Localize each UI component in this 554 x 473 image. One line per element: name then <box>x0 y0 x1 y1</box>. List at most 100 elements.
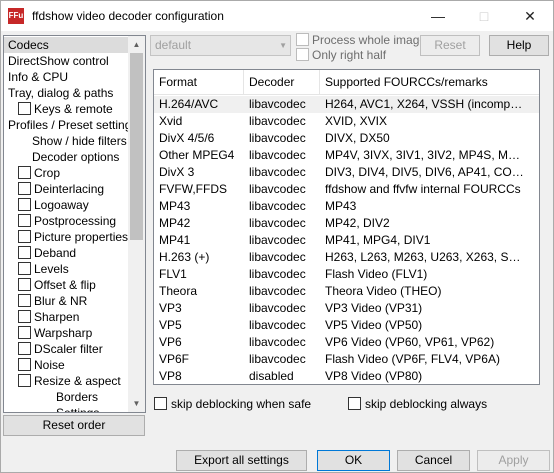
table-row[interactable]: MP41 libavcodec MP41, MPG4, DIV1 <box>154 232 539 249</box>
tree-scrollbar[interactable]: ▲ ▼ <box>128 36 145 412</box>
decoder-cell[interactable]: libavcodec <box>244 232 320 249</box>
sidebar-item[interactable]: Info & CPU <box>4 69 129 85</box>
apply-button: Apply <box>477 450 550 471</box>
sidebar-item[interactable]: Offset & flip <box>4 277 129 293</box>
table-row[interactable]: MP43 libavcodec MP43 <box>154 198 539 215</box>
ok-button[interactable]: OK <box>317 450 390 471</box>
skip-deblocking-safe-checkbox[interactable]: skip deblocking when safe <box>154 397 311 412</box>
sidebar-item[interactable]: Borders <box>4 389 129 405</box>
sidebar-item-checkbox[interactable] <box>18 374 31 387</box>
decoder-cell[interactable]: libavcodec <box>244 317 320 334</box>
skip-deblocking-always-checkbox[interactable]: skip deblocking always <box>348 397 487 412</box>
decoder-cell[interactable]: libavcodec <box>244 249 320 266</box>
table-row[interactable]: VP3 libavcodec VP3 Video (VP31) <box>154 300 539 317</box>
scroll-up-icon[interactable]: ▲ <box>128 36 145 53</box>
minimize-button[interactable]: — <box>415 1 461 31</box>
decoder-cell[interactable]: libavcodec <box>244 300 320 317</box>
sidebar-item[interactable]: Resize & aspect <box>4 373 129 389</box>
sidebar-item[interactable]: DirectShow control <box>4 53 129 69</box>
sidebar-item-checkbox[interactable] <box>18 294 31 307</box>
sidebar-item[interactable]: Levels <box>4 261 129 277</box>
sidebar-item[interactable]: DScaler filter <box>4 341 129 357</box>
sidebar-item[interactable]: Noise <box>4 357 129 373</box>
decoder-cell[interactable]: libavcodec <box>244 113 320 130</box>
table-row[interactable]: VP6 libavcodec VP6 Video (VP60, VP61, VP62… <box>154 334 539 351</box>
sidebar-item[interactable]: Keys & remote <box>4 101 129 117</box>
decoder-cell[interactable]: libavcodec <box>244 130 320 147</box>
table-row[interactable]: Other MPEG4 libavcodec MP4V, 3IVX, 3IV1, 3… <box>154 147 539 164</box>
table-row[interactable]: DivX 3 libavcodec DIV3, DIV4, DIV5, DIV6, … <box>154 164 539 181</box>
table-row[interactable]: FVFW,FFDS libavcodec ffdshow and ffvfw int… <box>154 181 539 198</box>
decoder-cell[interactable]: libavcodec <box>244 334 320 351</box>
format-cell: Other MPEG4 <box>159 148 235 162</box>
decoder-cell[interactable]: libavcodec <box>244 147 320 164</box>
close-button[interactable]: ✕ <box>507 1 553 31</box>
decoder-cell[interactable]: libavcodec <box>244 96 320 113</box>
header-decoder[interactable]: Decoder <box>244 70 320 95</box>
decoder-cell[interactable]: libavcodec <box>244 181 320 198</box>
sidebar-item-checkbox[interactable] <box>18 310 31 323</box>
sidebar-item[interactable]: Profiles / Preset settings <box>4 117 137 133</box>
sidebar-item-checkbox[interactable] <box>18 326 31 339</box>
tree-scroll-thumb[interactable] <box>130 53 143 240</box>
sidebar-item-checkbox[interactable] <box>18 262 31 275</box>
header-format[interactable]: Format <box>154 70 244 95</box>
decoder-cell[interactable]: disabled <box>244 368 320 384</box>
sidebar-item-checkbox[interactable] <box>18 230 31 243</box>
export-all-settings-button[interactable]: Export all settings <box>176 450 307 471</box>
sidebar-item-checkbox[interactable] <box>18 358 31 371</box>
decoder-cell[interactable]: libavcodec <box>244 351 320 368</box>
help-button[interactable]: Help <box>489 35 549 56</box>
sidebar-item-checkbox[interactable] <box>18 102 31 115</box>
scroll-down-icon[interactable]: ▼ <box>128 395 145 412</box>
decoder-cell[interactable]: libavcodec <box>244 164 320 181</box>
table-row[interactable]: DivX 4/5/6 libavcodec DIVX, DX50 <box>154 130 539 147</box>
sidebar-item[interactable]: Sharpen <box>4 309 129 325</box>
table-row[interactable]: H.264/AVC libavcodec H264, AVC1, X264, VSS… <box>154 96 539 113</box>
cancel-button[interactable]: Cancel <box>397 450 470 471</box>
sidebar-item[interactable]: Crop <box>4 165 129 181</box>
sidebar-item-checkbox[interactable] <box>18 182 31 195</box>
sidebar-item[interactable]: Postprocessing <box>4 213 129 229</box>
sidebar-item-checkbox[interactable] <box>18 214 31 227</box>
table-row[interactable]: VP6F libavcodec Flash Video (VP6F, FLV4, V… <box>154 351 539 368</box>
decoder-cell[interactable]: libavcodec <box>244 198 320 215</box>
sidebar-item-checkbox[interactable] <box>18 198 31 211</box>
decoder-cell[interactable]: libavcodec <box>244 215 320 232</box>
sidebar-item[interactable]: Codecs <box>4 37 129 53</box>
sidebar-item[interactable]: Blur & NR <box>4 293 129 309</box>
sidebar-item-label: Tray, dialog & paths <box>8 86 114 100</box>
decoder-cell[interactable]: libavcodec <box>244 283 320 300</box>
sidebar-item[interactable]: Settings <box>4 405 129 412</box>
table-row[interactable]: VP5 libavcodec VP5 Video (VP50) <box>154 317 539 334</box>
table-row[interactable]: H.263 (+) libavcodec H263, L263, M263, U26… <box>154 249 539 266</box>
sidebar-item[interactable]: Picture properties <box>4 229 129 245</box>
decoder-cell[interactable]: libavcodec <box>244 266 320 283</box>
sidebar-item[interactable]: Warpsharp <box>4 325 129 341</box>
table-row[interactable]: VP8 disabled VP8 Video (VP80) <box>154 368 539 384</box>
table-row[interactable]: Theora libavcodec Theora Video (THEO) <box>154 283 539 300</box>
sidebar-item[interactable]: Logoaway <box>4 197 129 213</box>
table-row[interactable]: FLV1 libavcodec Flash Video (FLV1) <box>154 266 539 283</box>
sidebar-item[interactable]: Deinterlacing <box>4 181 129 197</box>
sidebar-item-checkbox[interactable] <box>18 166 31 179</box>
reset-order-button[interactable]: Reset order <box>3 415 145 436</box>
minimize-icon: — <box>431 8 445 24</box>
checkbox-box[interactable] <box>154 397 167 410</box>
table-row[interactable]: MP42 libavcodec MP42, DIV2 <box>154 215 539 232</box>
sidebar-item[interactable]: Deband <box>4 245 129 261</box>
sidebar-item-label: Levels <box>34 262 69 276</box>
settings-tree[interactable]: Codecs DirectShow control Info & CPU Tray, … <box>3 35 146 413</box>
preset-value: default <box>155 38 192 52</box>
header-fourccs[interactable]: Supported FOURCCs/remarks <box>320 70 539 95</box>
table-row[interactable]: Xvid libavcodec XVID, XVIX <box>154 113 539 130</box>
sidebar-item-checkbox[interactable] <box>18 246 31 259</box>
codec-list[interactable]: Format Decoder Supported FOURCCs/remarks… <box>153 69 540 385</box>
sidebar-item-checkbox[interactable] <box>18 342 31 355</box>
sidebar-item[interactable]: Decoder options <box>4 149 129 165</box>
sidebar-item[interactable]: Tray, dialog & paths <box>4 85 129 101</box>
fourcc-cell: Flash Video (FLV1) <box>325 267 428 281</box>
sidebar-item-checkbox[interactable] <box>18 278 31 291</box>
sidebar-item[interactable]: Show / hide filters <box>4 133 129 149</box>
checkbox-box[interactable] <box>348 397 361 410</box>
